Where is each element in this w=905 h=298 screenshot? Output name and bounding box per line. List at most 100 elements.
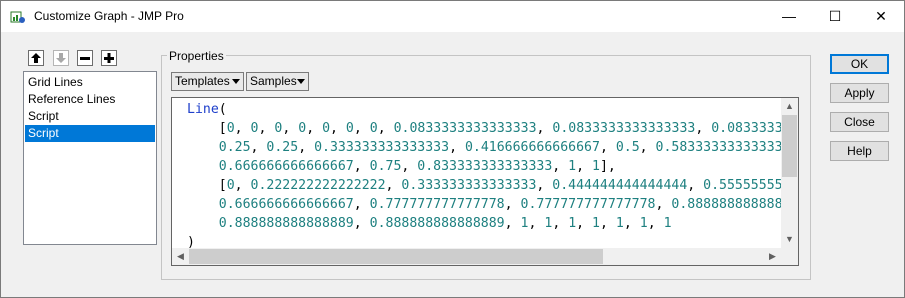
- script-text: ,: [353, 121, 370, 136]
- list-item-reference-lines[interactable]: Reference Lines: [25, 91, 155, 108]
- add-button[interactable]: [101, 50, 117, 66]
- script-number: 0.333333333333333: [401, 178, 537, 193]
- arrow-up-icon: [31, 53, 41, 63]
- script-number: 0.777777777777778: [520, 197, 656, 212]
- script-text: ,: [353, 216, 370, 231]
- samples-dropdown-label: Samples: [250, 74, 297, 88]
- script-number: 0: [250, 121, 259, 136]
- script-number: 0: [369, 121, 378, 136]
- script-text: ,: [687, 178, 704, 193]
- script-text: ,: [234, 121, 251, 136]
- properties-label: Properties: [167, 49, 226, 63]
- script-text: ,: [552, 216, 569, 231]
- arrow-down-icon: [56, 53, 66, 63]
- script-number: 0: [298, 121, 307, 136]
- chevron-down-icon: [297, 79, 305, 84]
- move-down-button[interactable]: [53, 50, 69, 66]
- apply-button[interactable]: Apply: [830, 83, 889, 103]
- script-text: ,: [536, 178, 553, 193]
- script-text: ,: [695, 121, 712, 136]
- minimize-button[interactable]: —: [766, 1, 812, 32]
- script-number: 0: [322, 121, 331, 136]
- script-number: 0: [345, 121, 354, 136]
- remove-button[interactable]: [77, 50, 93, 66]
- script-text: ,: [282, 121, 299, 136]
- horizontal-scrollbar[interactable]: ◀ ▶: [172, 248, 781, 265]
- scroll-up-icon[interactable]: ▲: [781, 98, 798, 115]
- script-text: [187, 140, 219, 155]
- templates-dropdown[interactable]: Templates: [171, 72, 244, 91]
- script-number: 1: [592, 159, 600, 174]
- script-text: ,: [639, 140, 656, 155]
- script-number: 0.75: [369, 159, 402, 174]
- horizontal-scroll-thumb[interactable]: [189, 249, 603, 264]
- script-text: ,: [647, 216, 664, 231]
- script-text: ,: [552, 159, 569, 174]
- scroll-left-icon[interactable]: ◀: [172, 248, 189, 265]
- script-text: ,: [250, 140, 267, 155]
- script-line: 0.666666666666667, 0.777777777777778, 0.…: [187, 195, 798, 214]
- script-text: ,: [504, 216, 521, 231]
- scroll-down-icon[interactable]: ▼: [781, 231, 798, 248]
- script-number: 0: [226, 121, 235, 136]
- script-text: ,: [528, 216, 545, 231]
- script-number: 1: [592, 216, 600, 231]
- list-item-grid-lines[interactable]: Grid Lines: [25, 74, 155, 91]
- script-text: ,: [298, 140, 315, 155]
- script-text: ,: [353, 197, 370, 212]
- script-text: ,: [353, 159, 370, 174]
- element-list[interactable]: Grid Lines Reference Lines Script Script: [23, 71, 157, 245]
- title-bar: Customize Graph - JMP Pro — ☐ ✕: [1, 1, 904, 32]
- script-code[interactable]: Line( [0, 0, 0, 0, 0, 0, 0, 0.0833333333…: [187, 100, 798, 252]
- script-text: ,: [234, 178, 251, 193]
- move-up-button[interactable]: [28, 50, 44, 66]
- list-item-script-selected[interactable]: Script: [25, 125, 155, 142]
- script-text: ,: [330, 121, 346, 136]
- jmp-app-icon: [10, 9, 26, 25]
- script-keyword: Line: [187, 102, 219, 117]
- script-text: ,: [258, 121, 275, 136]
- script-number: 0.833333333333333: [417, 159, 553, 174]
- script-number: 0.583333333333333: [655, 140, 791, 155]
- list-item-script[interactable]: Script: [25, 108, 155, 125]
- script-number: 0.5: [615, 140, 640, 155]
- script-text: [: [187, 178, 227, 193]
- script-text: ,: [306, 121, 323, 136]
- script-number: 0.0833333333333333: [552, 121, 696, 136]
- script-text: ,: [536, 121, 553, 136]
- script-line: Line(: [187, 100, 798, 119]
- script-number: 0.888888888888889: [369, 216, 505, 231]
- script-number: 1: [615, 216, 624, 231]
- script-number: 0: [226, 178, 235, 193]
- close-button[interactable]: Close: [830, 112, 889, 132]
- dialog-body: Grid Lines Reference Lines Script Script…: [1, 32, 904, 297]
- script-text: ,: [623, 216, 640, 231]
- close-window-button[interactable]: ✕: [858, 1, 904, 32]
- script-editor[interactable]: Line( [0, 0, 0, 0, 0, 0, 0, 0.0833333333…: [171, 97, 799, 266]
- script-line: 0.25, 0.25, 0.333333333333333, 0.4166666…: [187, 138, 798, 157]
- vertical-scroll-thumb[interactable]: [782, 115, 797, 177]
- script-text: [187, 216, 219, 231]
- script-number: 0.0833333333333333: [393, 121, 537, 136]
- samples-dropdown[interactable]: Samples: [246, 72, 309, 91]
- script-number: 0.25: [266, 140, 299, 155]
- script-text: ,: [576, 159, 593, 174]
- script-text: ],: [599, 159, 616, 174]
- script-number: 0.444444444444444: [552, 178, 688, 193]
- script-text: ,: [401, 159, 418, 174]
- ok-button[interactable]: OK: [830, 54, 889, 74]
- templates-dropdown-label: Templates: [175, 74, 230, 88]
- script-text: ,: [576, 216, 593, 231]
- script-text: ,: [655, 197, 672, 212]
- script-text: [: [187, 121, 227, 136]
- maximize-button[interactable]: ☐: [812, 1, 858, 32]
- script-text: [187, 159, 219, 174]
- script-text: ,: [377, 121, 394, 136]
- script-number: 1: [663, 216, 672, 231]
- script-text: ,: [449, 140, 465, 155]
- script-line: [0, 0.222222222222222, 0.333333333333333…: [187, 176, 798, 195]
- scroll-right-icon[interactable]: ▶: [764, 248, 781, 265]
- vertical-scrollbar[interactable]: ▲ ▼: [781, 98, 798, 248]
- help-button[interactable]: Help: [830, 141, 889, 161]
- script-line: [0, 0, 0, 0, 0, 0, 0, 0.0833333333333333…: [187, 119, 798, 138]
